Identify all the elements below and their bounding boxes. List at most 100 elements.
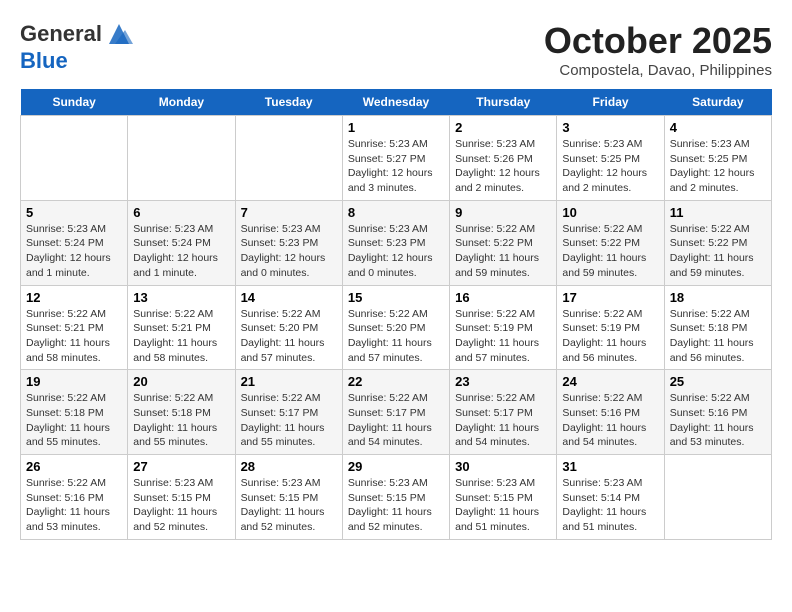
day-info: Sunrise: 5:22 AMSunset: 5:22 PMDaylight:…: [455, 222, 551, 281]
day-header-monday: Monday: [128, 89, 235, 116]
day-number: 24: [562, 374, 658, 389]
calendar-cell: 28Sunrise: 5:23 AMSunset: 5:15 PMDayligh…: [235, 455, 342, 540]
day-info: Sunrise: 5:22 AMSunset: 5:18 PMDaylight:…: [670, 307, 766, 366]
calendar-table: SundayMondayTuesdayWednesdayThursdayFrid…: [20, 89, 772, 540]
day-info: Sunrise: 5:23 AMSunset: 5:27 PMDaylight:…: [348, 137, 444, 196]
day-number: 2: [455, 120, 551, 135]
day-number: 21: [241, 374, 337, 389]
day-info: Sunrise: 5:22 AMSunset: 5:20 PMDaylight:…: [348, 307, 444, 366]
days-header-row: SundayMondayTuesdayWednesdayThursdayFrid…: [21, 89, 772, 116]
day-info: Sunrise: 5:23 AMSunset: 5:24 PMDaylight:…: [26, 222, 122, 281]
day-header-thursday: Thursday: [450, 89, 557, 116]
calendar-cell: 6 Sunrise: 5:23 AMSunset: 5:24 PMDaylight…: [128, 200, 235, 285]
day-number: 29: [348, 459, 444, 474]
day-number: 26: [26, 459, 122, 474]
day-info: Sunrise: 5:23 AMSunset: 5:26 PMDaylight:…: [455, 137, 551, 196]
day-number: 11: [670, 205, 766, 220]
page-header: General Blue October 2025 Compostela, Da…: [20, 20, 772, 79]
calendar-cell: 11 Sunrise: 5:22 AMSunset: 5:22 PMDayligh…: [664, 200, 771, 285]
calendar-cell: 30 Sunrise: 5:23 AMSunset: 5:15 PMDayligh…: [450, 455, 557, 540]
day-info: Sunrise: 5:22 AMSunset: 5:22 PMDaylight:…: [562, 222, 658, 281]
day-number: 7: [241, 205, 337, 220]
day-number: 22: [348, 374, 444, 389]
day-info: Sunrise: 5:23 AMSunset: 5:24 PMDaylight:…: [133, 222, 229, 281]
day-info: Sunrise: 5:22 AMSunset: 5:21 PMDaylight:…: [26, 307, 122, 366]
calendar-cell: 19Sunrise: 5:22 AMSunset: 5:18 PMDayligh…: [21, 370, 128, 455]
day-number: 18: [670, 290, 766, 305]
day-info: Sunrise: 5:22 AMSunset: 5:19 PMDaylight:…: [562, 307, 658, 366]
day-number: 23: [455, 374, 551, 389]
day-header-tuesday: Tuesday: [235, 89, 342, 116]
calendar-cell: 14 Sunrise: 5:22 AMSunset: 5:20 PMDayligh…: [235, 285, 342, 370]
day-number: 6: [133, 205, 229, 220]
calendar-cell: 21 Sunrise: 5:22 AMSunset: 5:17 PMDayligh…: [235, 370, 342, 455]
calendar-cell: 5Sunrise: 5:23 AMSunset: 5:24 PMDaylight…: [21, 200, 128, 285]
day-info: Sunrise: 5:22 AMSunset: 5:19 PMDaylight:…: [455, 307, 551, 366]
calendar-cell: 16 Sunrise: 5:22 AMSunset: 5:19 PMDayligh…: [450, 285, 557, 370]
day-number: 13: [133, 290, 229, 305]
calendar-cell: 27Sunrise: 5:23 AMSunset: 5:15 PMDayligh…: [128, 455, 235, 540]
calendar-cell: 20Sunrise: 5:22 AMSunset: 5:18 PMDayligh…: [128, 370, 235, 455]
day-number: 10: [562, 205, 658, 220]
day-number: 8: [348, 205, 444, 220]
day-info: Sunrise: 5:23 AMSunset: 5:25 PMDaylight:…: [670, 137, 766, 196]
day-number: 14: [241, 290, 337, 305]
location-subtitle: Compostela, Davao, Philippines: [544, 62, 772, 79]
day-number: 30: [455, 459, 551, 474]
day-info: Sunrise: 5:22 AMSunset: 5:17 PMDaylight:…: [348, 391, 444, 450]
day-header-friday: Friday: [557, 89, 664, 116]
day-info: Sunrise: 5:22 AMSunset: 5:20 PMDaylight:…: [241, 307, 337, 366]
logo-blue-text: Blue: [20, 48, 68, 73]
day-info: Sunrise: 5:22 AMSunset: 5:21 PMDaylight:…: [133, 307, 229, 366]
calendar-cell: 26Sunrise: 5:22 AMSunset: 5:16 PMDayligh…: [21, 455, 128, 540]
calendar-cell: 23Sunrise: 5:22 AMSunset: 5:17 PMDayligh…: [450, 370, 557, 455]
day-header-saturday: Saturday: [664, 89, 771, 116]
logo-general-text: General: [20, 21, 102, 47]
calendar-cell: 29Sunrise: 5:23 AMSunset: 5:15 PMDayligh…: [342, 455, 449, 540]
day-info: Sunrise: 5:22 AMSunset: 5:17 PMDaylight:…: [241, 391, 337, 450]
day-number: 12: [26, 290, 122, 305]
calendar-cell: 13 Sunrise: 5:22 AMSunset: 5:21 PMDayligh…: [128, 285, 235, 370]
day-number: 17: [562, 290, 658, 305]
day-info: Sunrise: 5:23 AMSunset: 5:14 PMDaylight:…: [562, 476, 658, 535]
day-info: Sunrise: 5:22 AMSunset: 5:22 PMDaylight:…: [670, 222, 766, 281]
day-number: 31: [562, 459, 658, 474]
calendar-cell: 31 Sunrise: 5:23 AMSunset: 5:14 PMDayligh…: [557, 455, 664, 540]
day-header-wednesday: Wednesday: [342, 89, 449, 116]
day-header-sunday: Sunday: [21, 89, 128, 116]
calendar-cell: 18 Sunrise: 5:22 AMSunset: 5:18 PMDayligh…: [664, 285, 771, 370]
day-info: Sunrise: 5:23 AMSunset: 5:23 PMDaylight:…: [241, 222, 337, 281]
calendar-cell: 4 Sunrise: 5:23 AMSunset: 5:25 PMDaylight…: [664, 116, 771, 201]
calendar-cell: 15 Sunrise: 5:22 AMSunset: 5:20 PMDayligh…: [342, 285, 449, 370]
calendar-cell: 9 Sunrise: 5:22 AMSunset: 5:22 PMDaylight…: [450, 200, 557, 285]
day-number: 3: [562, 120, 658, 135]
month-title: October 2025: [544, 20, 772, 62]
day-info: Sunrise: 5:23 AMSunset: 5:15 PMDaylight:…: [455, 476, 551, 535]
day-number: 15: [348, 290, 444, 305]
day-number: 9: [455, 205, 551, 220]
calendar-cell: 7 Sunrise: 5:23 AMSunset: 5:23 PMDaylight…: [235, 200, 342, 285]
day-info: Sunrise: 5:22 AMSunset: 5:16 PMDaylight:…: [562, 391, 658, 450]
calendar-cell: 8 Sunrise: 5:23 AMSunset: 5:23 PMDaylight…: [342, 200, 449, 285]
calendar-cell: 25Sunrise: 5:22 AMSunset: 5:16 PMDayligh…: [664, 370, 771, 455]
day-info: Sunrise: 5:23 AMSunset: 5:15 PMDaylight:…: [241, 476, 337, 535]
week-row-4: 19Sunrise: 5:22 AMSunset: 5:18 PMDayligh…: [21, 370, 772, 455]
day-number: 4: [670, 120, 766, 135]
calendar-cell: [21, 116, 128, 201]
calendar-cell: [128, 116, 235, 201]
week-row-5: 26Sunrise: 5:22 AMSunset: 5:16 PMDayligh…: [21, 455, 772, 540]
calendar-cell: 2 Sunrise: 5:23 AMSunset: 5:26 PMDaylight…: [450, 116, 557, 201]
week-row-3: 12 Sunrise: 5:22 AMSunset: 5:21 PMDayligh…: [21, 285, 772, 370]
day-info: Sunrise: 5:23 AMSunset: 5:25 PMDaylight:…: [562, 137, 658, 196]
day-info: Sunrise: 5:23 AMSunset: 5:15 PMDaylight:…: [133, 476, 229, 535]
day-info: Sunrise: 5:22 AMSunset: 5:18 PMDaylight:…: [26, 391, 122, 450]
calendar-cell: 1 Sunrise: 5:23 AMSunset: 5:27 PMDaylight…: [342, 116, 449, 201]
day-number: 16: [455, 290, 551, 305]
day-info: Sunrise: 5:22 AMSunset: 5:16 PMDaylight:…: [670, 391, 766, 450]
day-number: 1: [348, 120, 444, 135]
day-info: Sunrise: 5:23 AMSunset: 5:23 PMDaylight:…: [348, 222, 444, 281]
day-number: 20: [133, 374, 229, 389]
calendar-cell: [235, 116, 342, 201]
calendar-cell: 24 Sunrise: 5:22 AMSunset: 5:16 PMDayligh…: [557, 370, 664, 455]
calendar-cell: 10 Sunrise: 5:22 AMSunset: 5:22 PMDayligh…: [557, 200, 664, 285]
